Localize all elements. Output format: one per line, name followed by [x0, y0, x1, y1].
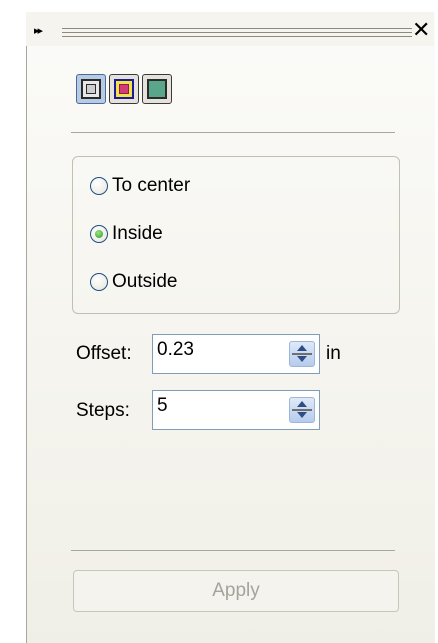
inside-mode-button[interactable]: [109, 74, 139, 104]
radio-button[interactable]: [90, 225, 108, 243]
spin-divider: [292, 409, 312, 411]
inside-radio[interactable]: Inside: [90, 222, 290, 246]
spin-down-icon[interactable]: [297, 412, 307, 418]
grip-line: [62, 36, 412, 37]
outside-label: Outside: [112, 271, 178, 292]
outside-mode-button[interactable]: [142, 74, 172, 104]
offset-label: Offset:: [76, 343, 132, 364]
docker-panel: [26, 12, 435, 643]
inside-label: Inside: [112, 223, 163, 244]
offset-value: 0.23: [157, 339, 194, 360]
title-bar: [26, 12, 434, 46]
radio-button[interactable]: [90, 177, 108, 195]
spin-up-icon[interactable]: [297, 345, 307, 351]
spin-down-icon[interactable]: [297, 356, 307, 362]
steps-label: Steps:: [76, 400, 130, 421]
divider: [71, 132, 395, 133]
offset-field[interactable]: 0.23: [152, 334, 320, 374]
offset-unit: in: [326, 343, 341, 364]
steps-spinner[interactable]: [289, 397, 315, 423]
grip-line: [62, 32, 412, 33]
steps-value: 5: [157, 395, 168, 416]
apply-button[interactable]: Apply: [73, 570, 399, 612]
to-center-mode-button[interactable]: [76, 74, 106, 104]
offset-spinner[interactable]: [289, 341, 315, 367]
divider: [71, 550, 395, 551]
outside-radio[interactable]: Outside: [90, 270, 290, 294]
close-icon[interactable]: ✕: [412, 18, 430, 42]
collapse-icon[interactable]: ▸▸: [34, 26, 43, 37]
spin-divider: [292, 353, 312, 355]
to-center-label: To center: [112, 175, 191, 196]
grip-line: [62, 28, 412, 29]
steps-field[interactable]: 5: [152, 390, 320, 430]
radio-button[interactable]: [90, 273, 108, 291]
to-center-radio[interactable]: To center: [90, 174, 290, 198]
spin-up-icon[interactable]: [297, 401, 307, 407]
